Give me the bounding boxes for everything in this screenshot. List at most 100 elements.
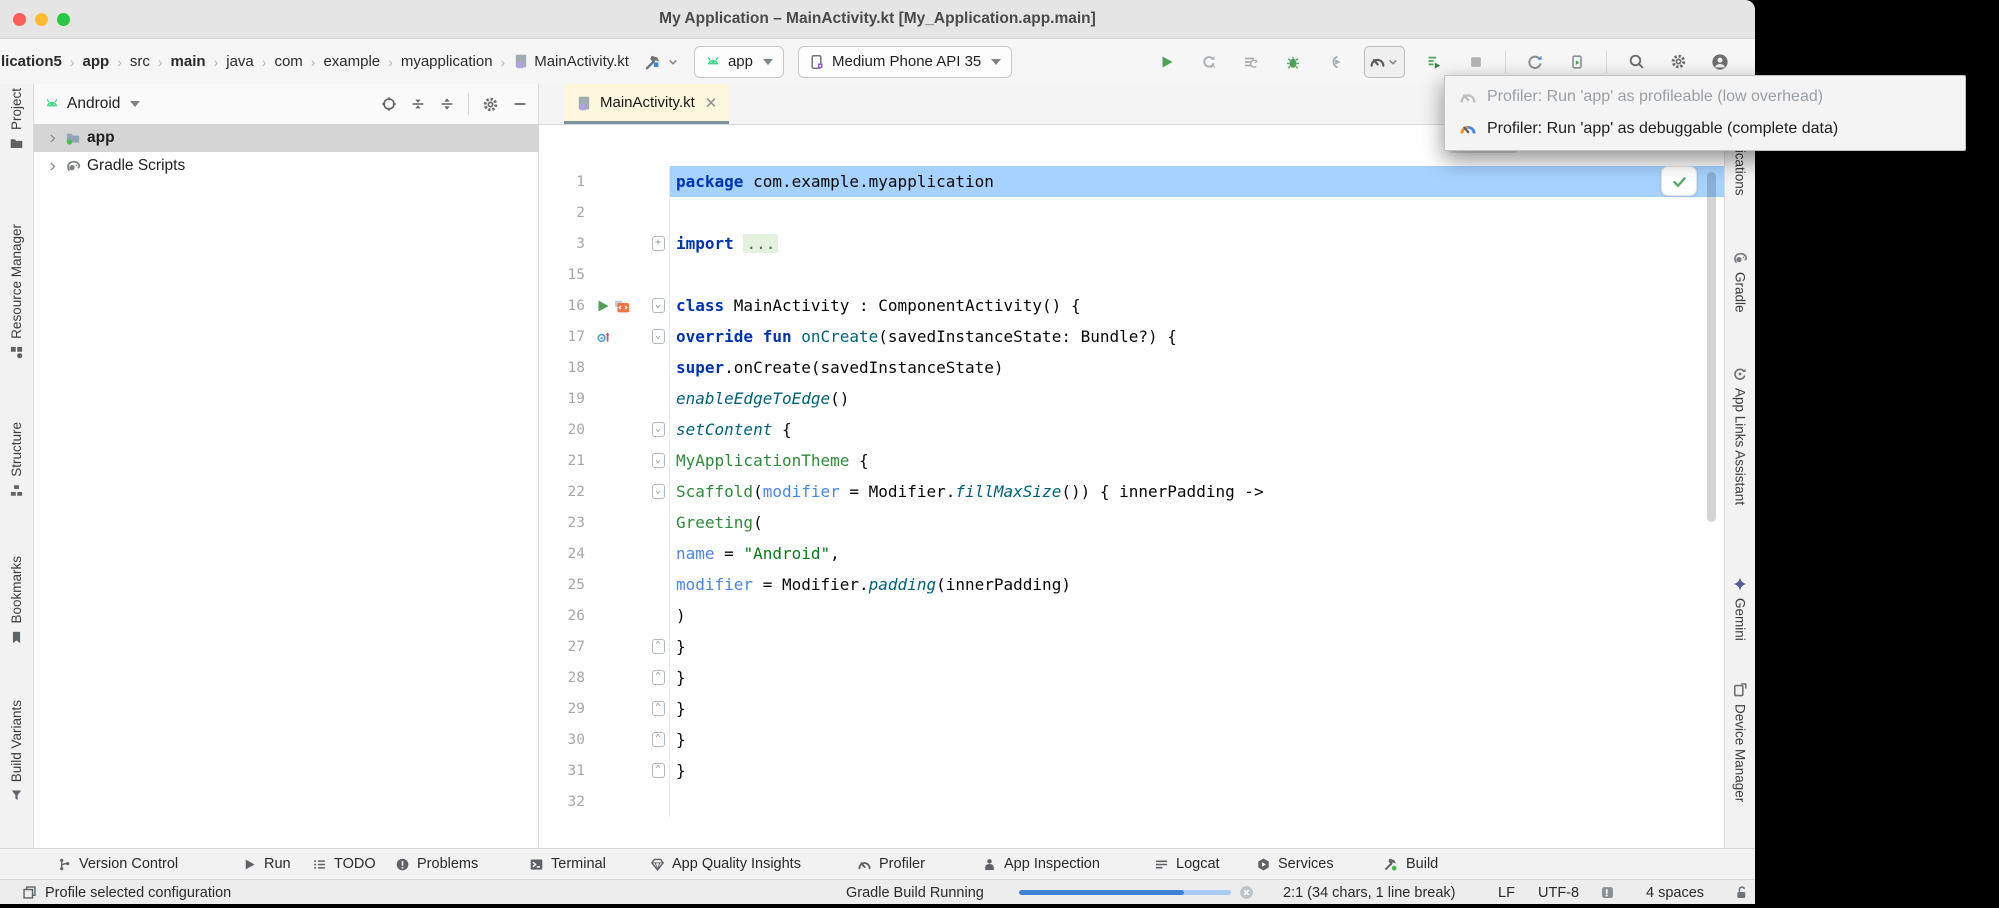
code-line[interactable]: 19 enableEdgeToEdge() [539, 383, 1724, 414]
tree-row-gradle-scripts[interactable]: Gradle Scripts [34, 152, 538, 180]
stripe-button-resource-manager[interactable]: Resource Manager [0, 224, 33, 360]
toolwindow-button-logcat[interactable]: Logcat [1154, 849, 1220, 879]
stripe-button-bookmarks[interactable]: Bookmarks [0, 556, 33, 645]
fold-marker[interactable]: ⌃ [652, 701, 665, 716]
apply-code-changes-icon[interactable] [1238, 49, 1264, 75]
settings-icon[interactable] [1665, 49, 1691, 75]
breadcrumb-item-app[interactable]: app [82, 51, 111, 72]
compose-gutter-icon[interactable] [614, 298, 630, 314]
editor-scrollbar[interactable] [1707, 172, 1716, 522]
profile-run-icon[interactable] [1421, 49, 1447, 75]
code-line[interactable]: 32 [539, 786, 1724, 817]
code-line[interactable]: 21⌄ MyApplicationTheme { [539, 445, 1724, 476]
toolwindow-button-build[interactable]: Build [1383, 849, 1438, 879]
toolwindow-button-profiler[interactable]: Profiler [857, 849, 925, 879]
code-line[interactable]: 31⌃} [539, 755, 1724, 786]
expand-all-icon[interactable] [410, 96, 426, 112]
code-text[interactable]: enableEdgeToEdge() [669, 383, 1724, 414]
stripe-button-gemini[interactable]: Gemini [1725, 576, 1755, 641]
sync-project-icon[interactable] [1522, 49, 1548, 75]
code-text[interactable] [669, 786, 1724, 817]
code-text[interactable] [669, 259, 1724, 290]
code-text[interactable]: setContent { [669, 414, 1724, 445]
rerun-apply-changes-icon[interactable]: A [1196, 49, 1222, 75]
code-line[interactable]: 16⌄class MainActivity : ComponentActivit… [539, 290, 1724, 321]
code-text[interactable]: modifier = Modifier.padding(innerPadding… [669, 569, 1724, 600]
debug-icon[interactable] [1280, 49, 1306, 75]
stripe-button-project[interactable]: Project [0, 88, 33, 151]
run-icon[interactable] [1154, 49, 1180, 75]
collapse-all-icon[interactable] [439, 96, 455, 112]
code-text[interactable]: class MainActivity : ComponentActivity()… [669, 290, 1724, 321]
code-line[interactable]: 23 Greeting( [539, 507, 1724, 538]
code-line[interactable]: 20⌄ setContent { [539, 414, 1724, 445]
code-text[interactable]: package com.example.myapplication [669, 166, 1724, 197]
toolwindow-button-version-control[interactable]: Version Control [57, 849, 178, 879]
stripe-button-gradle[interactable]: Gradle [1725, 250, 1755, 313]
code-line[interactable]: 24 name = "Android", [539, 538, 1724, 569]
breadcrumb-item-example[interactable]: example [322, 51, 381, 72]
fold-marker[interactable]: ⌃ [652, 639, 665, 654]
code-line[interactable]: 22⌄ Scaffold(modifier = Modifier.fillMax… [539, 476, 1724, 507]
stripe-button-device-manager[interactable]: Device Manager [1725, 682, 1755, 802]
code-line[interactable]: 25 modifier = Modifier.padding(innerPadd… [539, 569, 1724, 600]
line-separator-widget[interactable]: LF [1498, 880, 1515, 904]
fold-marker[interactable]: ⌄ [652, 422, 665, 437]
run-configuration-select[interactable]: app [694, 46, 784, 78]
code-lines[interactable]: 1package com.example.myapplication23+imp… [539, 166, 1724, 817]
toolwindow-button-problems[interactable]: Problems [395, 849, 478, 879]
inspection-status-widget[interactable] [1661, 166, 1697, 196]
stripe-button-build-variants[interactable]: Build Variants [0, 700, 33, 803]
editor-tab-mainactivity[interactable]: MainActivity.kt ✕ [564, 84, 729, 124]
attach-debugger-icon[interactable] [1322, 49, 1348, 75]
fold-marker[interactable]: ⌄ [652, 298, 665, 313]
fold-marker[interactable]: ⌃ [652, 732, 665, 747]
build-hammer-icon[interactable] [640, 49, 666, 75]
toolwindow-button-app-inspection[interactable]: App Inspection [982, 849, 1100, 879]
code-line[interactable]: 30⌃ } [539, 724, 1724, 755]
notifications-widget[interactable] [1600, 880, 1615, 904]
toolwindow-button-app-quality-insights[interactable]: App Quality Insights [650, 849, 801, 879]
code-line[interactable]: 18 super.onCreate(savedInstanceState) [539, 352, 1724, 383]
expand-chevron-icon[interactable] [46, 132, 59, 145]
code-text[interactable] [669, 197, 1724, 228]
minus-icon[interactable] [512, 96, 528, 112]
fold-marker[interactable]: ⌃ [652, 763, 665, 778]
code-text[interactable]: name = "Android", [669, 538, 1724, 569]
code-line[interactable]: 1package com.example.myapplication [539, 166, 1724, 197]
stop-icon[interactable] [1463, 49, 1489, 75]
toolwindow-button-run[interactable]: Run [242, 849, 291, 879]
close-tab-icon[interactable]: ✕ [705, 94, 718, 112]
code-line[interactable]: 2 [539, 197, 1724, 228]
fold-marker[interactable]: ⌄ [652, 484, 665, 499]
code-text[interactable]: } [669, 724, 1724, 755]
breadcrumb-item-lication5[interactable]: lication5 [0, 51, 63, 72]
search-everywhere-icon[interactable] [1623, 49, 1649, 75]
breadcrumb-item-main[interactable]: main [170, 51, 207, 72]
breadcrumb-item-java[interactable]: java [225, 51, 255, 72]
code-text[interactable]: } [669, 693, 1724, 724]
code-text[interactable]: } [669, 755, 1724, 786]
build-chevron-icon[interactable] [666, 55, 680, 69]
tree-row-app[interactable]: app [34, 124, 538, 152]
profiler-menu-item-2[interactable]: Profiler: Run 'app' as debuggable (compl… [1445, 113, 1965, 145]
fold-marker[interactable]: ⌃ [652, 670, 665, 685]
toolwindow-button-todo[interactable]: TODO [312, 849, 376, 879]
caret-position-widget[interactable]: 2:1 (34 chars, 1 line break) [1283, 880, 1455, 904]
toolwindow-button-services[interactable]: Services [1256, 849, 1334, 879]
code-line[interactable]: 26 ) [539, 600, 1724, 631]
override-gutter-icon[interactable] [595, 329, 611, 345]
lock-widget[interactable] [1734, 880, 1749, 904]
status-left[interactable]: Profile selected configuration [22, 880, 231, 904]
breadcrumb-item-com[interactable]: com [273, 51, 303, 72]
stripe-button-structure[interactable]: Structure [0, 422, 33, 498]
code-text[interactable]: super.onCreate(savedInstanceState) [669, 352, 1724, 383]
settings-icon[interactable] [482, 96, 499, 113]
fold-marker[interactable]: ⌄ [652, 453, 665, 468]
encoding-widget[interactable]: UTF-8 [1538, 880, 1579, 904]
code-line[interactable]: 3+import ... [539, 228, 1724, 259]
code-text[interactable]: } [669, 662, 1724, 693]
breadcrumb-item-myapplication[interactable]: myapplication [400, 51, 494, 72]
target-icon[interactable] [381, 96, 397, 112]
toolwindow-button-terminal[interactable]: Terminal [529, 849, 606, 879]
